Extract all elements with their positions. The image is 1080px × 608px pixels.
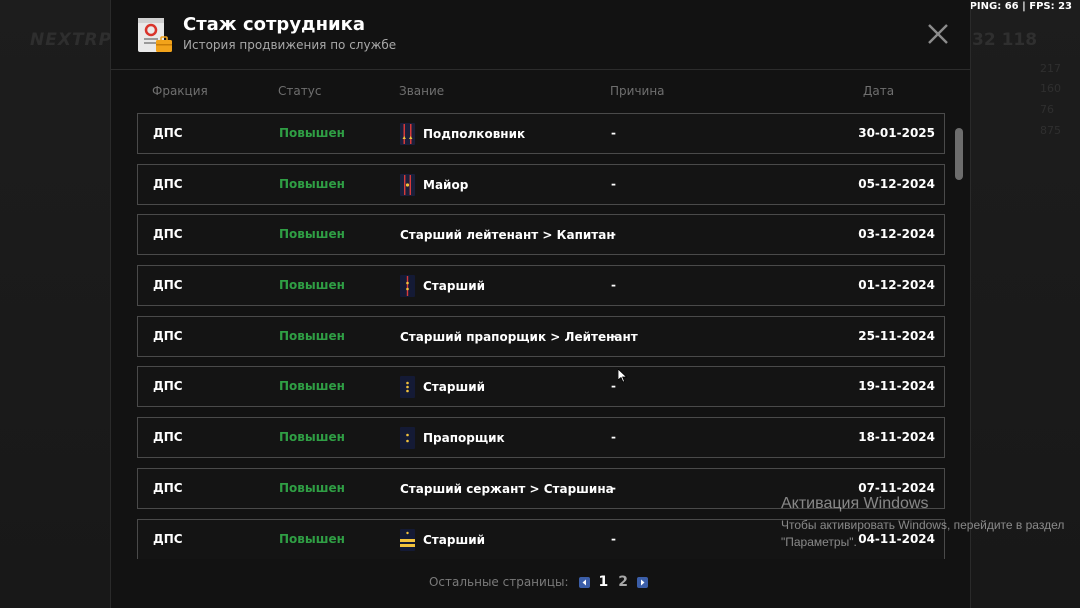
pagination: Остальные страницы: 1 2 (111, 574, 970, 590)
scrollbar-thumb[interactable] (955, 128, 963, 180)
rank-cell: Старший прапорщик > Лейтенант (400, 325, 638, 349)
fraction-cell: ДПС (153, 328, 183, 343)
hud-stat: 76 (1040, 103, 1054, 116)
date-cell: 25-11-2024 (858, 328, 935, 343)
rank-cell: Старший лейтенант > Капитан (400, 223, 615, 247)
status-cell: Повышен (279, 480, 345, 495)
hud-stat: 875 (1040, 124, 1061, 137)
column-header-date: Дата (863, 84, 895, 98)
date-cell: 19-11-2024 (858, 379, 935, 394)
table-row: ДПС Повышен Старший лейтенант > Капитан … (137, 214, 945, 256)
modal-title: Стаж сотрудника (183, 14, 366, 35)
status-cell: Повышен (279, 328, 345, 343)
table-row: ДПС Повышен Старший прапорщик > Лейтенан… (137, 315, 945, 357)
watermark-title: Активация Windows (781, 495, 929, 512)
reason-cell: - (611, 278, 616, 293)
rank-label: Старший прапорщик > Лейтенант (400, 329, 638, 344)
rank-cell: Старший сержант > Старшина (400, 477, 614, 501)
rank-cell: Подполковник (400, 122, 525, 146)
senior-officer-badge-icon (400, 275, 415, 298)
rank-label: Прапорщик (423, 431, 505, 446)
column-header-fraction: Фракция (152, 84, 208, 98)
server-logo: NEXTRP (30, 30, 113, 50)
senior-warrant-badge-icon (400, 376, 415, 399)
date-cell: 05-12-2024 (858, 176, 935, 191)
modal-header: Стаж сотрудника История продвижения по с… (111, 0, 970, 70)
rank-label: Подполковник (423, 127, 526, 141)
close-icon[interactable] (926, 22, 950, 46)
reason-cell: - (611, 176, 616, 191)
hud-stat: 217 (1040, 62, 1061, 75)
table-row: ДПС Повышен Прапорщик - 18-11-2024 (137, 417, 945, 459)
rank-label: Старший сержант > Старшина (400, 481, 614, 496)
rank-cell: Старший (400, 274, 485, 298)
status-cell: Повышен (279, 176, 345, 191)
chevron-right-icon (641, 579, 645, 585)
fraction-cell: ДПС (153, 278, 183, 293)
next-page-button[interactable] (637, 576, 649, 588)
rank-label: Старший (423, 279, 486, 294)
rank-cell: Прапорщик (400, 426, 505, 450)
scrollbar-track[interactable] (955, 116, 963, 556)
reason-cell: - (611, 227, 616, 242)
fraction-cell: ДПС (153, 379, 183, 394)
table-row: ДПС Повышен Старший - 01-12-2024 (137, 265, 945, 307)
date-cell: 01-12-2024 (858, 278, 935, 293)
page-1-button[interactable]: 1 (599, 574, 609, 590)
page-2-button[interactable]: 2 (618, 574, 628, 590)
status-cell: Повышен (279, 430, 345, 445)
rank-label: Старший (423, 380, 486, 395)
status-cell: Повышен (279, 126, 345, 140)
date-cell: 30-01-2025 (858, 126, 935, 140)
history-list[interactable]: ДПС Повышен Подполковник - 30-01-2025 ДП… (137, 113, 945, 559)
column-header-status: Статус (278, 84, 322, 98)
status-cell: Повышен (279, 531, 345, 546)
hud-stat: 160 (1040, 82, 1061, 95)
column-header-rank: Звание (399, 84, 445, 98)
fraction-cell: ДПС (153, 227, 183, 242)
date-cell: 07-11-2024 (858, 480, 935, 495)
sergeant-badge-icon (400, 528, 415, 551)
reason-cell: - (611, 480, 616, 495)
document-briefcase-icon (138, 18, 172, 52)
lt-colonel-badge-icon (400, 123, 415, 145)
rank-cell: Старший (400, 375, 485, 399)
reason-cell: - (611, 531, 616, 546)
prev-page-button[interactable] (578, 576, 590, 588)
rank-label: Майор (423, 177, 469, 192)
rank-cell: Старший (400, 528, 485, 552)
money-display: 32 118 (972, 30, 1038, 50)
chevron-left-icon (582, 579, 586, 585)
date-cell: 18-11-2024 (858, 430, 935, 445)
rank-cell: Майор (400, 173, 468, 197)
status-cell: Повышен (279, 379, 345, 394)
reason-cell: - (611, 430, 616, 445)
pagination-label: Остальные страницы: (428, 575, 569, 589)
watermark-text: Чтобы активировать Windows, перейдите в … (781, 518, 1065, 549)
status-cell: Повышен (279, 278, 345, 293)
major-badge-icon (400, 173, 415, 196)
table-row: ДПС Повышен Подполковник - 30-01-2025 (137, 113, 945, 154)
mouse-cursor-icon (618, 369, 628, 383)
fraction-cell: ДПС (153, 126, 183, 140)
table-row: ДПС Повышен Старший - 19-11-2024 (137, 366, 945, 408)
fraction-cell: ДПС (153, 480, 183, 495)
date-cell: 03-12-2024 (858, 227, 935, 242)
table-header: Фракция Статус Звание Причина Дата (137, 84, 945, 100)
warrant-badge-icon (400, 427, 415, 450)
rank-label: Старший лейтенант > Капитан (400, 228, 615, 243)
table-row: ДПС Повышен Майор - 05-12-2024 (137, 163, 945, 205)
modal-subtitle: История продвижения по службе (183, 38, 397, 52)
reason-cell: - (611, 126, 616, 140)
reason-cell: - (611, 379, 616, 394)
rank-label: Старший (423, 532, 486, 547)
windows-activation-watermark: Активация Windows Чтобы активировать Win… (781, 495, 1071, 551)
fraction-cell: ДПС (153, 531, 183, 546)
fraction-cell: ДПС (153, 430, 183, 445)
status-cell: Повышен (279, 227, 345, 242)
fraction-cell: ДПС (153, 176, 183, 191)
reason-cell: - (612, 328, 617, 343)
column-header-reason: Причина (610, 84, 665, 98)
